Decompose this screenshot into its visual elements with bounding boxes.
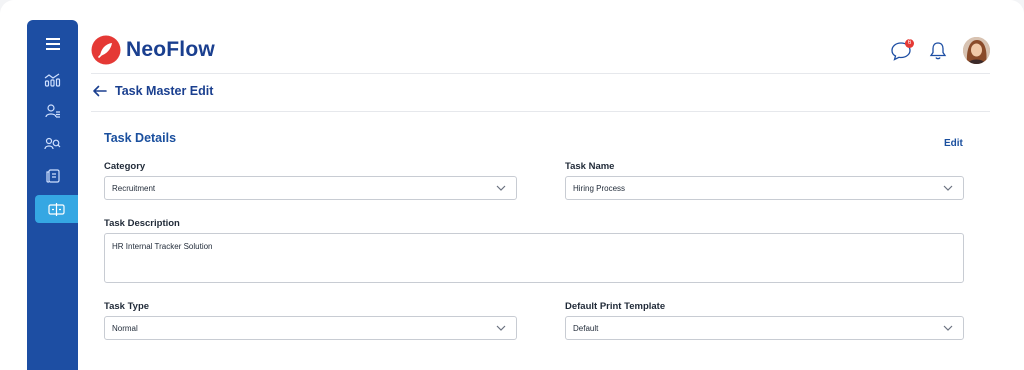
messages-badge: 6 [905,38,914,48]
category-select[interactable]: Recruitment [104,176,517,200]
task-type-value: Normal [112,323,138,333]
category-label: Category [104,161,146,172]
people-search-icon [44,137,61,150]
category-value: Recruitment [112,183,156,193]
task-name-label: Task Name [565,161,615,172]
documents-icon [45,169,60,183]
edit-button[interactable]: Edit [944,138,963,149]
user-list-icon [44,104,60,118]
app-frame: NeoFlow 6 Task Master Edit Task Details … [0,0,1024,370]
section-title: Task Details [104,131,177,145]
default-print-template-select[interactable]: Default [565,316,964,340]
menu-icon [45,38,60,50]
back-arrow-icon[interactable] [92,85,107,97]
chevron-down-icon [496,185,506,191]
neoflow-logo-icon [91,35,121,65]
app-logo[interactable]: NeoFlow [91,35,215,65]
task-name-select[interactable]: Hiring Process [565,176,964,200]
default-print-template-value: Default [573,323,599,333]
header-actions: 6 [888,37,990,64]
task-description-value: HR Internal Tracker Solution [112,242,213,251]
sidebar-item-users[interactable] [27,97,78,125]
header-divider [91,73,990,74]
chevron-down-icon [943,185,953,191]
task-description-input[interactable]: HR Internal Tracker Solution [104,233,964,283]
tasks-icon [48,202,65,216]
sidebar [27,20,78,370]
sidebar-item-people[interactable] [27,130,78,158]
default-print-template-label: Default Print Template [565,301,666,312]
notifications-button[interactable] [925,38,951,64]
task-type-select[interactable]: Normal [104,316,517,340]
sidebar-item-analytics[interactable] [27,65,78,93]
sidebar-item-documents[interactable] [27,162,78,190]
app-name: NeoFlow [126,38,215,61]
chevron-down-icon [943,325,953,331]
avatar-image [963,37,990,64]
chevron-down-icon [496,325,506,331]
title-divider [91,111,990,112]
sidebar-item-tasks[interactable] [35,195,78,223]
analytics-icon [44,73,61,87]
messages-button[interactable]: 6 [888,38,914,64]
task-type-label: Task Type [104,301,150,312]
task-description-label: Task Description [104,218,180,229]
page-title-row: Task Master Edit [92,84,213,98]
user-avatar[interactable] [963,37,990,64]
task-name-value: Hiring Process [573,183,626,193]
bell-icon [929,41,947,59]
menu-button[interactable] [27,30,78,58]
page-title: Task Master Edit [115,84,214,98]
